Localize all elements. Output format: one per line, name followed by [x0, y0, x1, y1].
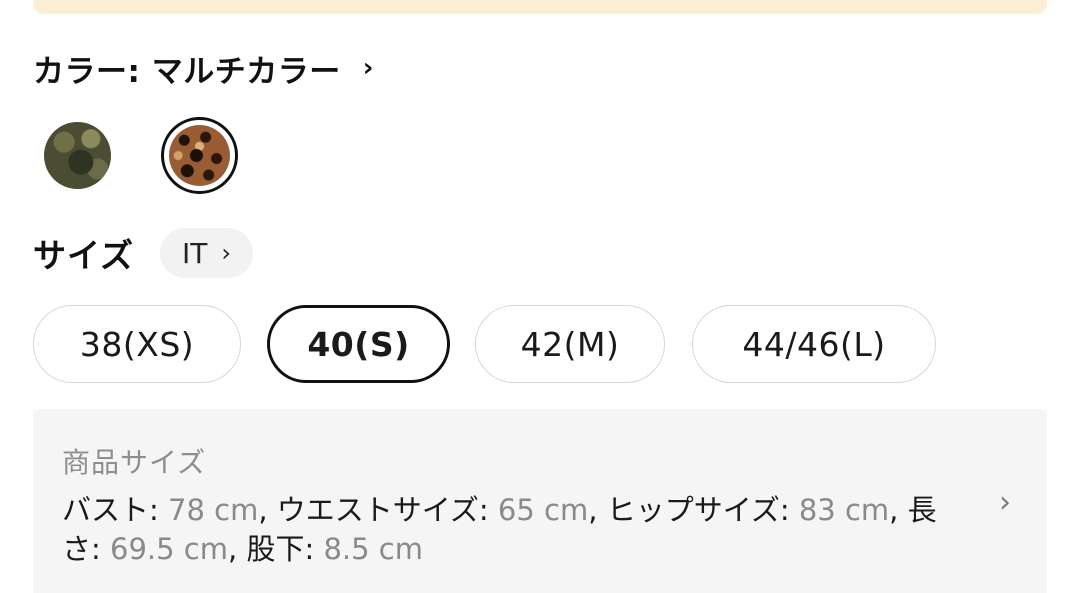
color-swatch-leopard-selected[interactable] [161, 117, 238, 194]
size-region-button[interactable]: IT › [160, 228, 253, 278]
measurement-value: 69.5 cm [110, 532, 228, 566]
leopard-pattern [169, 125, 230, 186]
measurement-label: ヒップサイズ [606, 493, 780, 527]
measurement-label: バスト [62, 493, 150, 527]
product-size-card[interactable]: 商品サイズ バスト: 78 cm, ウエストサイズ: 65 cm, ヒップサイズ… [33, 409, 1047, 593]
measurement-value: 78 cm [168, 493, 259, 527]
product-options-panel: カラー: マルチカラー › サイズ IT › 38(XS) 40(S) 42(M… [0, 0, 1080, 593]
measurement-value: 83 cm [798, 493, 890, 527]
color-swatch-camouflage[interactable] [44, 122, 111, 189]
size-option-38xs[interactable]: 38(XS) [33, 305, 241, 383]
product-size-title: 商品サイズ [62, 446, 207, 479]
measurement-label: 股下 [246, 532, 305, 566]
size-option-40s-selected[interactable]: 40(S) [267, 305, 450, 383]
product-size-measurements: バスト: 78 cm, ウエストサイズ: 65 cm, ヒップサイズ: 83 c… [62, 493, 937, 566]
color-label: カラー: マルチカラー [33, 53, 341, 90]
measurement-value: 65 cm [497, 493, 589, 527]
measurement-label: ウエストサイズ [276, 493, 479, 527]
chevron-right-icon: › [221, 239, 231, 267]
promo-banner[interactable] [33, 0, 1047, 14]
size-region-label: IT [182, 236, 208, 270]
size-option-42m[interactable]: 42(M) [475, 305, 665, 383]
size-option-44-46l[interactable]: 44/46(L) [692, 305, 936, 383]
measurement-value: 8.5 cm [323, 532, 423, 566]
size-header: サイズ IT › [33, 228, 253, 278]
chevron-right-icon: › [362, 53, 374, 83]
color-selector-header[interactable]: カラー: マルチカラー › [33, 46, 374, 90]
chevron-right-icon: › [999, 485, 1011, 520]
size-label: サイズ [33, 236, 135, 275]
